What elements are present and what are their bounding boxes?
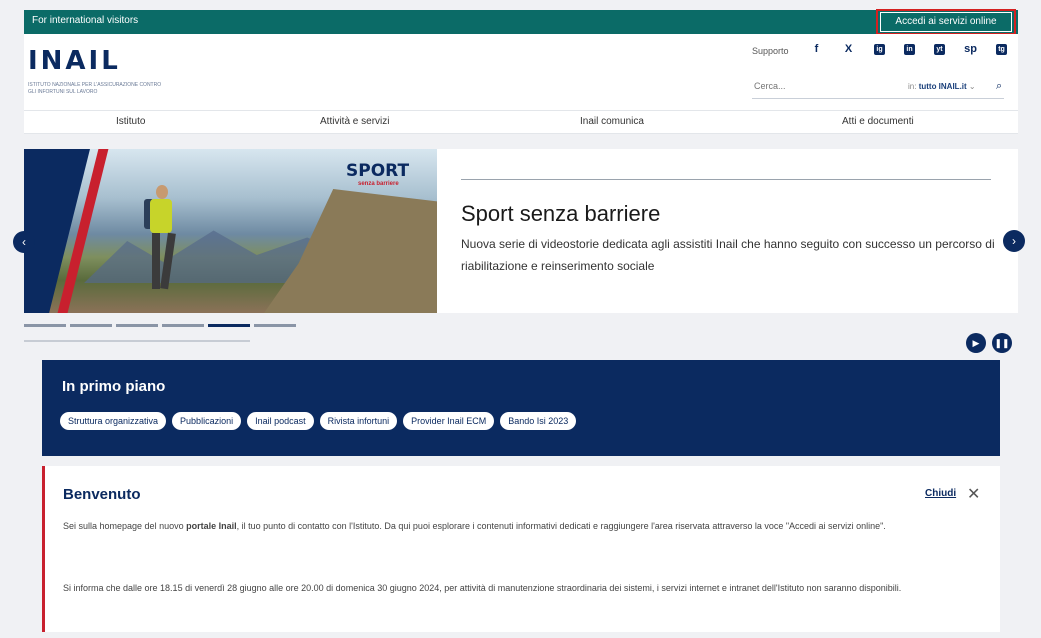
welcome-text-pre: Sei sulla homepage del nuovo [63, 521, 187, 531]
search-input[interactable] [752, 80, 856, 92]
welcome-text: Sei sulla homepage del nuovo portale Ina… [63, 518, 983, 535]
hero-image: SPORT senza barriere [24, 149, 437, 313]
international-visitors-link[interactable]: For international visitors [32, 15, 138, 26]
next-slide-icon[interactable]: › [1003, 230, 1025, 252]
slide-indicator-active[interactable] [208, 324, 250, 327]
telegram-icon[interactable]: tg [996, 44, 1007, 55]
play-icon[interactable]: ▶ [966, 333, 986, 353]
maintenance-notice: Si informa che dalle ore 18.15 di venerd… [63, 583, 902, 593]
quick-links: Struttura organizzativa Pubblicazioni In… [60, 412, 577, 430]
search-scope-value: tutto INAIL.it [918, 82, 967, 91]
hiker-leg [160, 232, 176, 290]
welcome-text-post: , il tuo punto di contatto con l'Istitut… [236, 521, 886, 531]
search-bar: in: tutto INAIL.it ⌄ ⌕ [752, 80, 1004, 99]
logo-subtitle: ISTITUTO NAZIONALE PER L'ASSICURAZIONE C… [28, 82, 162, 95]
hero-description: Nuova serie di videostorie dedicata agli… [461, 237, 995, 273]
close-icon[interactable]: ✕ [967, 484, 980, 504]
slide-indicator[interactable] [70, 324, 112, 327]
carousel-indicators [24, 324, 296, 327]
highlight-box [876, 9, 1016, 35]
prev-slide-icon[interactable]: ‹ [13, 231, 35, 253]
site-header: INAIL ISTITUTO NAZIONALE PER L'ASSICURAZ… [24, 34, 1018, 110]
x-icon[interactable]: X [842, 42, 855, 57]
pill-struttura[interactable]: Struttura organizzativa [60, 412, 167, 430]
inail-logo[interactable]: INAIL [28, 46, 121, 76]
hiker-body [150, 199, 172, 233]
pill-bando-isi[interactable]: Bando Isi 2023 [500, 412, 577, 430]
slide-indicator[interactable] [116, 324, 158, 327]
close-link[interactable]: Chiudi [925, 488, 956, 499]
youtube-icon[interactable]: yt [934, 44, 945, 55]
hiker-figure [144, 185, 176, 295]
chevron-down-icon: ⌄ [968, 82, 976, 91]
hero-title[interactable]: Sport senza barriere [461, 201, 660, 227]
search-scope-prefix: in: [908, 82, 917, 91]
hero-divider [461, 179, 991, 180]
slide-indicator[interactable] [254, 324, 296, 327]
instagram-icon[interactable]: ig [874, 44, 885, 55]
sport-badge: SPORT [346, 161, 410, 181]
podcast-icon[interactable]: sp [964, 42, 977, 57]
welcome-notice: Benvenuto Chiudi ✕ Sei sulla homepage de… [42, 466, 1000, 632]
hiker-leg [152, 233, 160, 289]
portale-inail-bold: portale Inail [186, 521, 237, 531]
nav-item-attivita-servizi[interactable]: Attività e servizi [320, 116, 389, 127]
slide-indicator[interactable] [162, 324, 204, 327]
pill-rivista[interactable]: Rivista infortuni [319, 412, 398, 430]
slide-indicator[interactable] [24, 324, 66, 327]
search-icon[interactable]: ⌕ [996, 80, 1002, 93]
pill-provider-ecm[interactable]: Provider Inail ECM [403, 412, 495, 430]
section-title: In primo piano [62, 378, 166, 395]
carousel-progress [24, 340, 250, 342]
hero-carousel: SPORT senza barriere Sport senza barrier… [24, 149, 1018, 313]
pill-podcast[interactable]: Inail podcast [247, 412, 314, 430]
linkedin-icon[interactable]: in [904, 44, 915, 55]
welcome-title: Benvenuto [63, 486, 141, 503]
supporto-link[interactable]: Supporto [752, 46, 789, 56]
top-bar: For international visitors Accedi ai ser… [24, 10, 1018, 34]
social-links: f X ig in yt sp tg [810, 42, 1007, 57]
main-nav: Istituto Attività e servizi Inail comuni… [24, 110, 1018, 134]
hiker-head [156, 185, 168, 199]
facebook-icon[interactable]: f [810, 42, 823, 57]
in-primo-piano-section: In primo piano Struttura organizzativa P… [42, 360, 1000, 456]
pause-icon[interactable]: ❚❚ [992, 333, 1012, 353]
nav-item-inail-comunica[interactable]: Inail comunica [580, 116, 644, 127]
sport-badge-sub: senza barriere [358, 181, 399, 187]
nav-item-atti-documenti[interactable]: Atti e documenti [842, 116, 914, 127]
pill-pubblicazioni[interactable]: Pubblicazioni [172, 412, 242, 430]
search-scope-select[interactable]: in: tutto INAIL.it ⌄ [908, 82, 976, 91]
nav-item-istituto[interactable]: Istituto [116, 116, 145, 127]
